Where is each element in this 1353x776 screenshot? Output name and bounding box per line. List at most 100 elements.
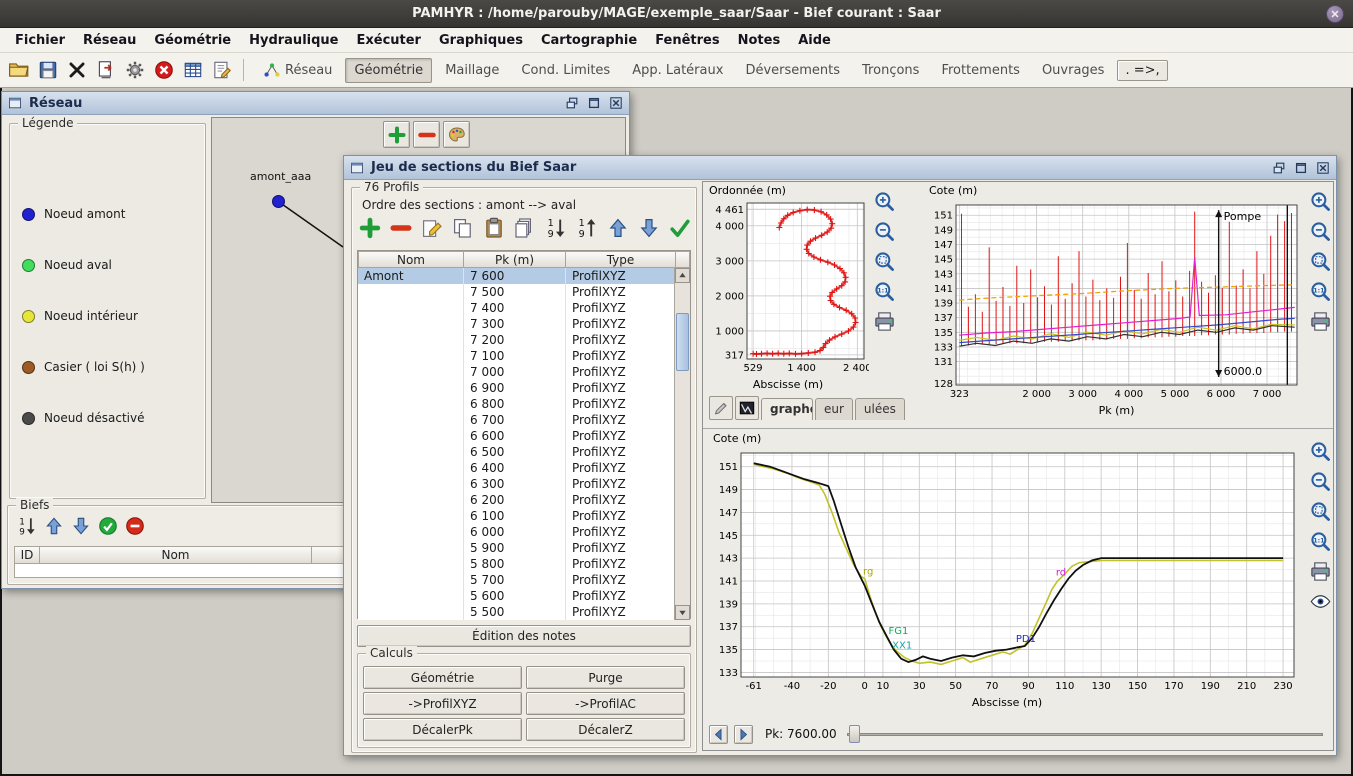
copy-icon[interactable] bbox=[451, 216, 475, 240]
table-row[interactable]: 5 800ProfilXYZ bbox=[358, 556, 676, 572]
zoom-select-icon[interactable] bbox=[873, 250, 896, 273]
table-row[interactable]: 6 700ProfilXYZ bbox=[358, 412, 676, 428]
table-row[interactable]: 7 000ProfilXYZ bbox=[358, 364, 676, 380]
tab-graphe[interactable]: graphe bbox=[761, 398, 813, 420]
close-icon[interactable] bbox=[1315, 160, 1331, 176]
table-row[interactable]: 7 500ProfilXYZ bbox=[358, 284, 676, 300]
calcul-button-purge[interactable]: Purge bbox=[526, 666, 685, 689]
calcul-button-geometrie[interactable]: Géométrie bbox=[363, 666, 522, 689]
arrow-up-icon[interactable] bbox=[43, 515, 65, 537]
menu-geometrie[interactable]: Géométrie bbox=[145, 30, 240, 51]
stop-icon[interactable] bbox=[153, 59, 175, 81]
toolbar-button-troncons[interactable]: Tronçons bbox=[853, 58, 928, 83]
table-row[interactable]: 6 600ProfilXYZ bbox=[358, 428, 676, 444]
table-row[interactable]: 5 900ProfilXYZ bbox=[358, 540, 676, 556]
zoom-out-icon[interactable] bbox=[1309, 470, 1332, 493]
upstream-node[interactable] bbox=[272, 195, 285, 208]
restore-icon[interactable] bbox=[1271, 160, 1287, 176]
table-row[interactable]: 7 100ProfilXYZ bbox=[358, 348, 676, 364]
zoom-in-icon[interactable] bbox=[1309, 190, 1332, 213]
pk-slider-track[interactable] bbox=[847, 733, 1323, 736]
remove-circle-icon[interactable] bbox=[124, 515, 146, 537]
table-row[interactable]: 6 500ProfilXYZ bbox=[358, 444, 676, 460]
export-icon[interactable] bbox=[95, 59, 117, 81]
table-row[interactable]: 5 700ProfilXYZ bbox=[358, 572, 676, 588]
section-plot[interactable]: -61-40-200103050709011013015017019021023… bbox=[711, 446, 1303, 694]
sections-window-titlebar[interactable]: Jeu de sections du Bief Saar bbox=[344, 156, 1336, 180]
plan-plot[interactable]: 5291 4002 4004 4614 0003 0002 0001 00031… bbox=[707, 198, 869, 376]
tab-eur[interactable]: eur bbox=[815, 398, 853, 420]
menu-fenetres[interactable]: Fenêtres bbox=[646, 30, 728, 51]
zoom-select-icon[interactable] bbox=[1309, 500, 1332, 523]
table-row[interactable]: 7 400ProfilXYZ bbox=[358, 300, 676, 316]
sheets-icon[interactable] bbox=[513, 216, 537, 240]
menu-executer[interactable]: Exécuter bbox=[347, 30, 430, 51]
check-circle-icon[interactable] bbox=[97, 515, 119, 537]
table-row[interactable]: 6 100ProfilXYZ bbox=[358, 508, 676, 524]
paste-icon[interactable] bbox=[482, 216, 506, 240]
calcul-button-decalerz[interactable]: DécalerZ bbox=[526, 718, 685, 741]
table-row[interactable]: Amont7 600ProfilXYZ bbox=[358, 268, 676, 284]
arrow-down-icon[interactable] bbox=[637, 216, 661, 240]
calcul-button-profilxyz[interactable]: ->ProfilXYZ bbox=[363, 692, 522, 715]
tab-ulees[interactable]: ulées bbox=[855, 398, 905, 420]
table-row[interactable]: 5 500ProfilXYZ bbox=[358, 604, 676, 620]
table-row[interactable]: 6 400ProfilXYZ bbox=[358, 460, 676, 476]
previous-profile-button[interactable] bbox=[709, 725, 728, 744]
close-icon[interactable] bbox=[608, 95, 624, 111]
scroll-up-button[interactable] bbox=[675, 268, 690, 283]
edit-notes-button[interactable]: Édition des notes bbox=[357, 625, 691, 647]
menu-hydraulique[interactable]: Hydraulique bbox=[240, 30, 347, 51]
restore-icon[interactable] bbox=[564, 95, 580, 111]
add-icon[interactable] bbox=[358, 216, 382, 240]
toolbar-button-btn[interactable]: . =>, bbox=[1117, 60, 1167, 81]
toolbar-button-ouvrages[interactable]: Ouvrages bbox=[1033, 58, 1114, 83]
check-icon[interactable] bbox=[668, 216, 692, 240]
zoom-in-icon[interactable] bbox=[873, 190, 896, 213]
zoom-out-icon[interactable] bbox=[1309, 220, 1332, 243]
column-header-nom[interactable]: Nom bbox=[358, 251, 464, 268]
menu-notes[interactable]: Notes bbox=[729, 30, 790, 51]
menu-aide[interactable]: Aide bbox=[789, 30, 840, 51]
pk-slider[interactable] bbox=[847, 723, 1323, 745]
table-row[interactable]: 5 600ProfilXYZ bbox=[358, 588, 676, 604]
reseau-window-titlebar[interactable]: Réseau bbox=[2, 92, 629, 115]
plot-tool-section-button[interactable] bbox=[735, 396, 759, 420]
section-plot-svg[interactable]: -61-40-200103050709011013015017019021023… bbox=[711, 446, 1303, 694]
app-close-button[interactable] bbox=[1326, 5, 1344, 23]
column-header-pk-m[interactable]: Pk (m) bbox=[464, 251, 566, 268]
save-icon[interactable] bbox=[37, 59, 59, 81]
app-titlebar[interactable]: PAMHYR : /home/parouby/MAGE/exemple_saar… bbox=[0, 0, 1353, 28]
table-row[interactable]: 6 200ProfilXYZ bbox=[358, 492, 676, 508]
zoom-in-icon[interactable] bbox=[1309, 440, 1332, 463]
sections-window[interactable]: Jeu de sections du Bief Saar 76 Profils … bbox=[343, 155, 1337, 756]
remove-icon[interactable] bbox=[389, 216, 413, 240]
menu-graphiques[interactable]: Graphiques bbox=[430, 30, 532, 51]
zoom-out-icon[interactable] bbox=[873, 220, 896, 243]
print-icon[interactable] bbox=[1309, 560, 1332, 583]
zoom-select-icon[interactable] bbox=[1309, 250, 1332, 273]
next-profile-button[interactable] bbox=[734, 725, 753, 744]
toolbar-button-cond-limites[interactable]: Cond. Limites bbox=[512, 58, 619, 83]
maximize-icon[interactable] bbox=[586, 95, 602, 111]
table-row[interactable]: 7 300ProfilXYZ bbox=[358, 316, 676, 332]
biefs-column-header-nom[interactable]: Nom bbox=[40, 546, 312, 564]
table-row[interactable]: 6 000ProfilXYZ bbox=[358, 524, 676, 540]
profile-plot-svg[interactable]: 3232 0003 0004 0005 0006 0007 0001511491… bbox=[929, 198, 1304, 402]
sort-down-icon[interactable]: 19 bbox=[544, 216, 568, 240]
table-row[interactable]: 7 200ProfilXYZ bbox=[358, 332, 676, 348]
sort-down-icon[interactable]: 19 bbox=[16, 515, 38, 537]
arrow-down-icon[interactable] bbox=[70, 515, 92, 537]
table-row[interactable]: 6 900ProfilXYZ bbox=[358, 380, 676, 396]
menu-cartographie[interactable]: Cartographie bbox=[532, 30, 646, 51]
toolbar-button-geometrie[interactable]: Géométrie bbox=[345, 58, 432, 83]
zoom-actual-icon[interactable]: 1:1 bbox=[1309, 280, 1332, 303]
column-header-type[interactable]: Type bbox=[566, 251, 676, 268]
eye-icon[interactable] bbox=[1309, 590, 1332, 613]
toolbar-button-app-lateraux[interactable]: App. Latéraux bbox=[623, 58, 732, 83]
grid-icon[interactable] bbox=[182, 59, 204, 81]
calcul-button-decalerpk[interactable]: DécalerPk bbox=[363, 718, 522, 741]
sort-up-icon[interactable]: 19 bbox=[575, 216, 599, 240]
arrow-up-icon[interactable] bbox=[606, 216, 630, 240]
open-folder-icon[interactable] bbox=[8, 59, 30, 81]
